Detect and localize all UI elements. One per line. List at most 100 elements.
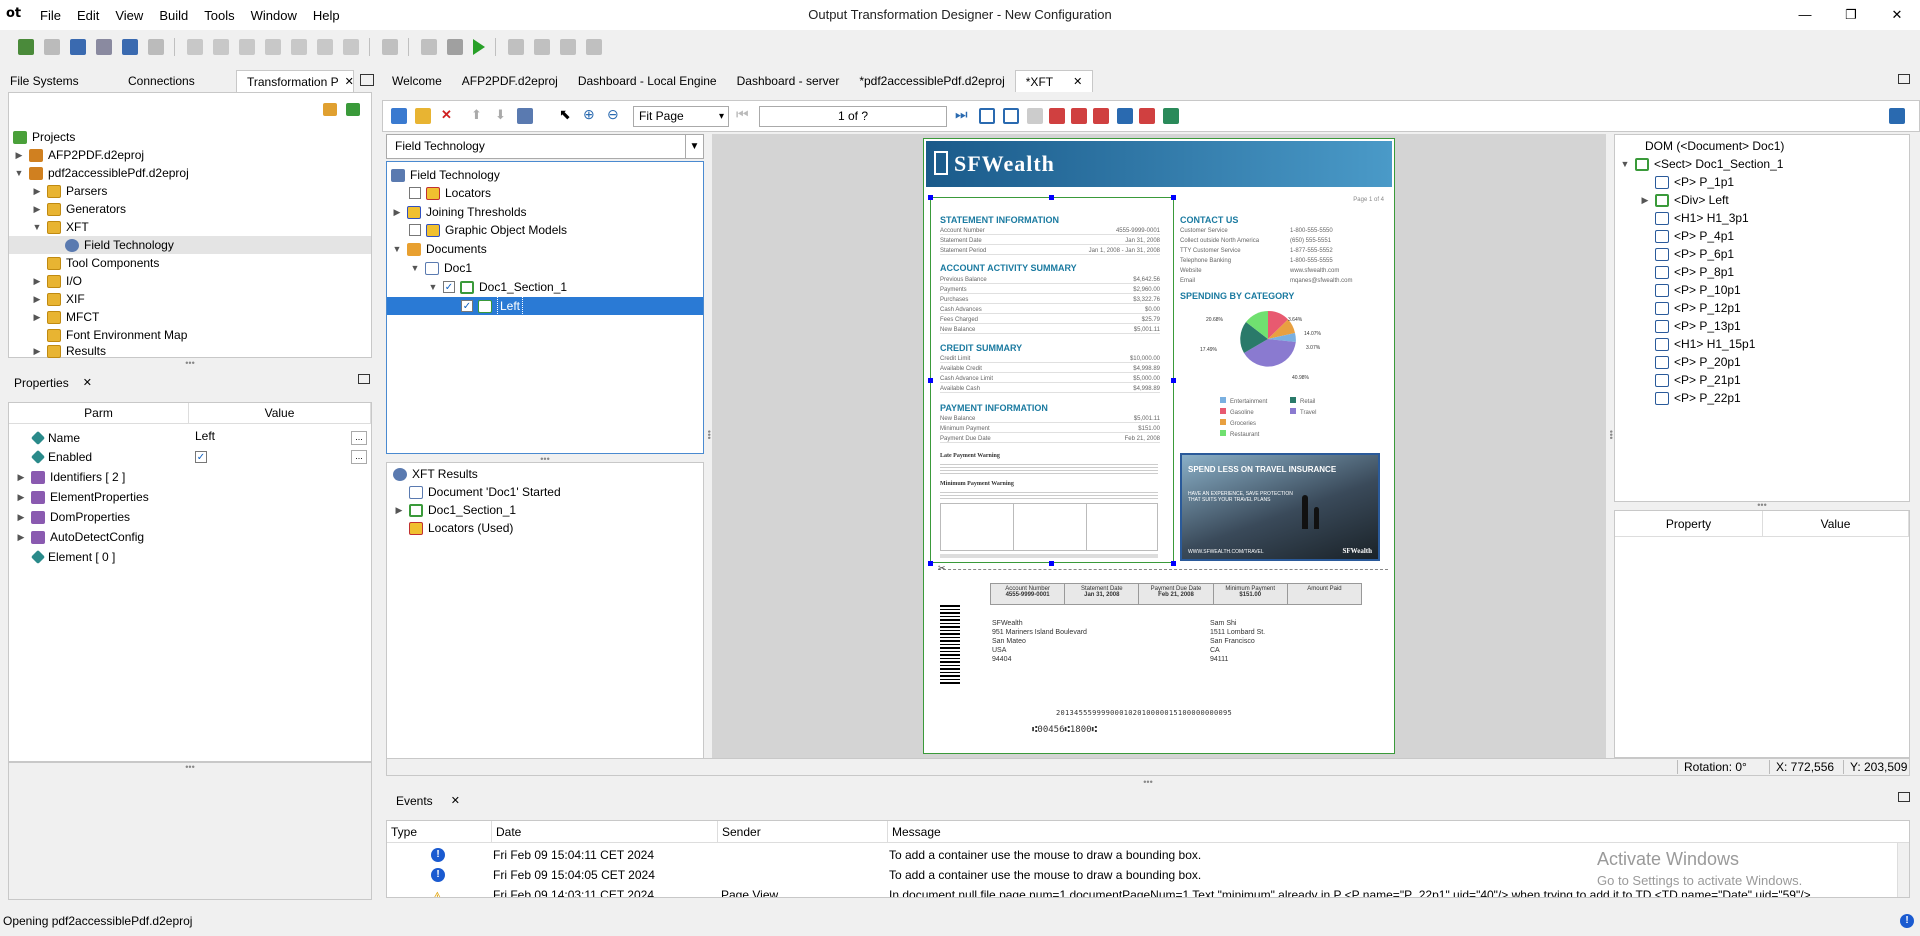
results-locators[interactable]: Locators (Used): [409, 519, 513, 537]
expand-icon[interactable]: ▶: [15, 508, 27, 526]
panel-toggle-icon[interactable]: [1889, 108, 1905, 124]
ft-root[interactable]: Field Technology: [391, 166, 500, 184]
resize-handle[interactable]: [928, 561, 933, 566]
find-icon[interactable]: [1117, 108, 1133, 124]
dom-item[interactable]: <P> P_6p1: [1655, 245, 1734, 263]
ft-locators[interactable]: Locators: [409, 184, 491, 202]
move-down-icon[interactable]: ⬇: [495, 107, 506, 123]
gom-checkbox[interactable]: [409, 224, 421, 236]
add-folder-icon[interactable]: [323, 103, 337, 116]
ft-graphic-object-models[interactable]: Graphic Object Models: [409, 221, 567, 239]
paste-icon[interactable]: [239, 39, 255, 55]
dom-item[interactable]: <P> P_12p1: [1655, 299, 1741, 317]
open-icon[interactable]: [44, 39, 60, 55]
splitter-handle[interactable]: •••: [1606, 430, 1616, 439]
expand-icon[interactable]: ▶: [15, 528, 27, 546]
dom-item[interactable]: <P> P_13p1: [1655, 317, 1741, 335]
tab-xft[interactable]: *XFT ✕: [1014, 70, 1094, 92]
maximize-panel-icon[interactable]: [360, 74, 374, 86]
results-root[interactable]: XFT Results: [393, 465, 478, 483]
resize-handle[interactable]: [1171, 561, 1176, 566]
resize-handle[interactable]: [1049, 561, 1054, 566]
splitter-handle[interactable]: •••: [180, 762, 200, 772]
export-icon[interactable]: [1163, 108, 1179, 124]
tree-item-font-environment-map[interactable]: Font Environment Map: [47, 326, 187, 344]
menu-file[interactable]: File: [32, 8, 69, 23]
tab-events[interactable]: Events ✕: [386, 790, 470, 812]
new-folder-icon[interactable]: [415, 108, 431, 124]
close-tab-icon[interactable]: ✕: [451, 790, 460, 812]
deploy-icon[interactable]: [447, 39, 463, 55]
tab-dashboard-server[interactable]: Dashboard - server: [727, 70, 850, 92]
last-page-icon[interactable]: ⏭: [955, 106, 968, 123]
refresh-icon[interactable]: [343, 39, 359, 55]
new-project-icon[interactable]: [18, 39, 34, 55]
delete-icon[interactable]: ✕: [441, 107, 452, 123]
tree-item-pdf2accessible[interactable]: ▼ pdf2accessiblePdf.d2eproj: [13, 164, 189, 182]
results-document-started[interactable]: Document 'Doc1' Started: [409, 483, 561, 501]
tool-a-icon[interactable]: [508, 39, 524, 55]
enabled-checkbox[interactable]: ✓: [195, 451, 207, 463]
tree-projects-root[interactable]: Projects: [13, 128, 75, 146]
copy-icon[interactable]: [213, 39, 229, 55]
expand-icon[interactable]: ▶: [31, 290, 43, 308]
tree-item-field-technology[interactable]: Field Technology: [9, 236, 371, 254]
tab-transformation[interactable]: Transformation P ✕: [236, 70, 354, 92]
dom-item[interactable]: <P> P_21p1: [1655, 371, 1741, 389]
tool-5-icon[interactable]: [1139, 108, 1155, 124]
menu-tools[interactable]: Tools: [196, 8, 242, 23]
field-technology-dropdown[interactable]: Field Technology ▼: [386, 134, 704, 159]
resize-handle[interactable]: [928, 195, 933, 200]
dom-section[interactable]: ▼ <Sect> Doc1_Section_1: [1619, 155, 1784, 173]
close-file-icon[interactable]: [148, 39, 164, 55]
fit-width-icon[interactable]: [979, 108, 995, 124]
collapse-icon[interactable]: ▼: [391, 240, 403, 258]
event-row[interactable]: ⚠ Fri Feb 09 14:03:11 CET 2024 Page View…: [387, 885, 1909, 897]
first-page-icon[interactable]: ⏮: [736, 106, 749, 123]
expand-icon[interactable]: ▶: [31, 182, 43, 200]
results-section[interactable]: ▶ Doc1_Section_1: [393, 501, 517, 519]
tab-dashboard-local[interactable]: Dashboard - Local Engine: [568, 70, 727, 92]
tree-item-parsers[interactable]: ▶ Parsers: [31, 182, 108, 200]
prop-value-name[interactable]: Left: [195, 429, 215, 443]
save-all-icon[interactable]: [122, 39, 138, 55]
tool-b-icon[interactable]: [534, 39, 550, 55]
prop-row-domproperties[interactable]: ▶ DomProperties: [15, 508, 131, 526]
tool-3-icon[interactable]: [1071, 108, 1087, 124]
resize-handle[interactable]: [1171, 378, 1176, 383]
tab-pdf2accessible[interactable]: *pdf2accessiblePdf.d2eproj: [849, 70, 1014, 92]
menu-window[interactable]: Window: [243, 8, 305, 23]
tab-properties[interactable]: Properties ✕: [8, 372, 102, 394]
dom-item[interactable]: ▶ <Div> Left: [1639, 191, 1729, 209]
dom-item[interactable]: <P> P_22p1: [1655, 389, 1741, 407]
resize-handle[interactable]: [928, 378, 933, 383]
dom-item[interactable]: <P> P_1p1: [1655, 173, 1734, 191]
tab-connections[interactable]: Connections: [118, 70, 236, 92]
expand-icon[interactable]: ▶: [31, 308, 43, 326]
prop-row-element[interactable]: Element [ 0 ]: [30, 548, 115, 566]
minimize-button[interactable]: —: [1782, 0, 1828, 30]
expand-icon[interactable]: ▶: [15, 468, 27, 486]
close-tab-icon[interactable]: ✕: [83, 372, 92, 394]
prop-row-autodetectconfig[interactable]: ▶ AutoDetectConfig: [15, 528, 145, 546]
event-row[interactable]: ! Fri Feb 09 15:04:11 CET 2024 To add a …: [387, 845, 1909, 865]
menu-build[interactable]: Build: [151, 8, 196, 23]
expand-icon[interactable]: ▶: [15, 488, 27, 506]
expand-icon[interactable]: ▶: [31, 272, 43, 290]
save-as-icon[interactable]: [96, 39, 112, 55]
event-row[interactable]: ! Fri Feb 09 15:04:05 CET 2024 To add a …: [387, 865, 1909, 885]
ellipsis-button[interactable]: ...: [351, 450, 367, 464]
notification-icon[interactable]: !: [1900, 914, 1914, 928]
page-input[interactable]: 1 of ?: [759, 106, 947, 127]
dom-item[interactable]: <P> P_4p1: [1655, 227, 1734, 245]
tree-item-xif[interactable]: ▶ XIF: [31, 290, 85, 308]
splitter-handle[interactable]: •••: [1138, 777, 1158, 787]
tree-item-io[interactable]: ▶ I/O: [31, 272, 82, 290]
expand-icon[interactable]: ▶: [13, 146, 25, 164]
prop-row-enabled[interactable]: Enabled: [30, 448, 92, 466]
ft-left[interactable]: ✓ Left: [387, 296, 703, 316]
close-tab-icon[interactable]: ✕: [1073, 71, 1082, 92]
move-up-icon[interactable]: ⬆: [471, 107, 482, 123]
left-checkbox[interactable]: ✓: [461, 300, 473, 312]
events-scrollbar[interactable]: [1897, 843, 1909, 897]
